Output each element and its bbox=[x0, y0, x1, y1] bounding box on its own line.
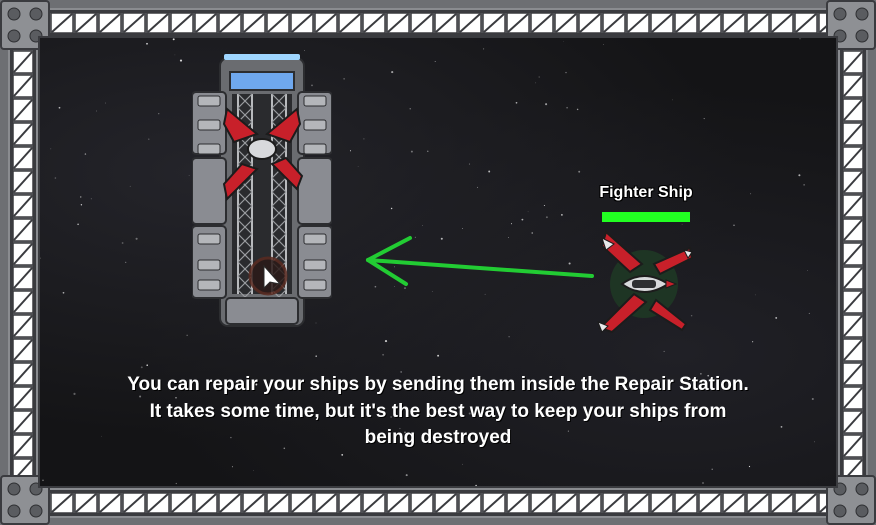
direction-arrow-icon bbox=[366, 236, 594, 286]
unit-name-label: Fighter Ship bbox=[599, 184, 693, 201]
top-girder bbox=[50, 8, 826, 38]
tutorial-line-2: It takes some time, but it's the best wa… bbox=[149, 400, 727, 422]
unit-health-fill bbox=[602, 212, 690, 222]
fighter-ship-icon[interactable] bbox=[596, 228, 696, 334]
tutorial-line-3: being destroyed bbox=[364, 427, 512, 448]
repair-station-icon[interactable] bbox=[192, 54, 332, 332]
tutorial-text: You can repair your ships by sending the… bbox=[88, 372, 788, 452]
bottom-girder bbox=[50, 488, 826, 518]
left-girder bbox=[8, 50, 38, 476]
right-girder bbox=[838, 50, 868, 476]
tutorial-line-1: You can repair your ships by sending the… bbox=[127, 374, 749, 395]
unit-health-bar bbox=[602, 212, 690, 222]
